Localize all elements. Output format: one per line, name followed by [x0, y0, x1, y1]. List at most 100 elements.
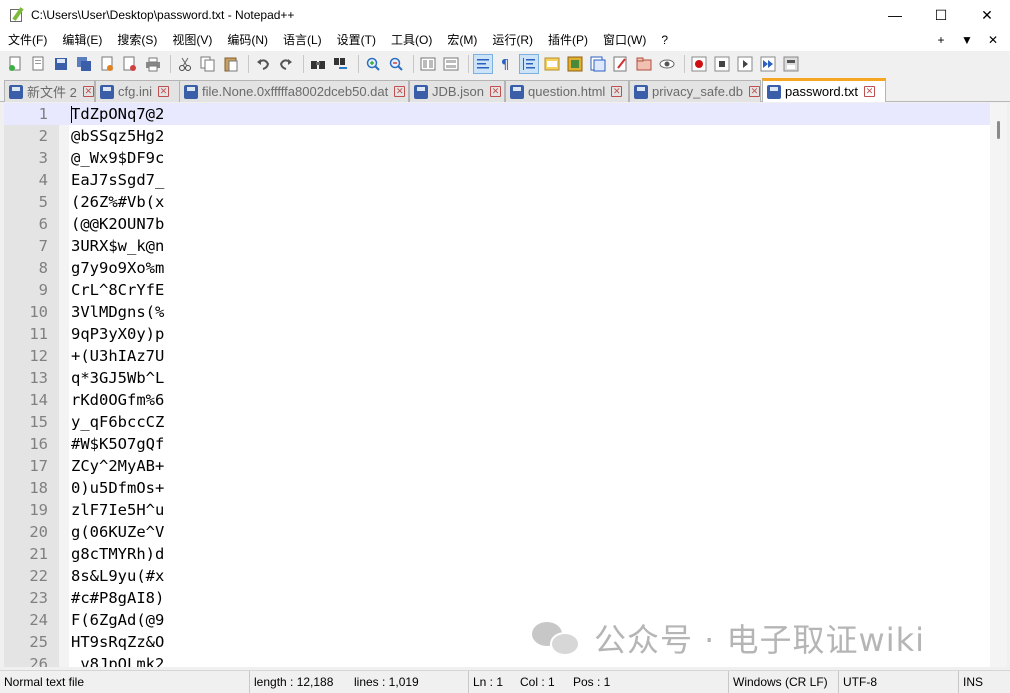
tab-question-html[interactable]: question.html ✕	[505, 80, 629, 102]
copy-icon[interactable]	[198, 54, 218, 74]
editor-line[interactable]: 12 +(U3hIAz7U	[4, 345, 990, 367]
save-all-icon[interactable]	[74, 54, 94, 74]
editor-line[interactable]: 3 @_Wx9$DF9c	[4, 147, 990, 169]
tab-jdb-json[interactable]: JDB.json ✕	[409, 80, 505, 102]
line-text[interactable]: 8s&L9yu(#x	[71, 565, 164, 587]
maximize-button[interactable]: ☐	[918, 0, 964, 30]
show-all-chars-icon[interactable]: ¶	[496, 54, 516, 74]
tab-password-txt[interactable]: password.txt ✕	[762, 78, 886, 102]
zoom-out-icon[interactable]	[386, 54, 406, 74]
menu-language[interactable]: 语言(L)	[275, 30, 329, 51]
udl-icon[interactable]	[542, 54, 562, 74]
editor-line[interactable]: 7 3URX$w_k@n	[4, 235, 990, 257]
editor-line[interactable]: 19 zlF7Ie5H^u	[4, 499, 990, 521]
close-tab-button[interactable]: ✕	[980, 30, 1006, 51]
cut-icon[interactable]	[175, 54, 195, 74]
text-lines[interactable]: 1 TdZpONq7@2 2 @bSSqz5Hg2 3 @_Wx9$DF9c 4 EaJ7sS…	[4, 103, 990, 667]
paste-icon[interactable]	[221, 54, 241, 74]
new-file-icon[interactable]	[5, 54, 25, 74]
menu-help[interactable]: ?	[653, 30, 675, 51]
line-text[interactable]: 3VlMDgns(%	[71, 301, 164, 323]
word-wrap-icon[interactable]	[473, 54, 493, 74]
menu-settings[interactable]: 设置(T)	[329, 30, 383, 51]
tab-close-icon[interactable]: ✕	[863, 86, 875, 97]
menu-run[interactable]: 运行(R)	[484, 30, 540, 51]
menu-file[interactable]: 文件(F)	[0, 30, 54, 51]
editor-line[interactable]: 1 TdZpONq7@2	[4, 103, 990, 125]
line-text[interactable]: F(6ZgAd(@9	[71, 609, 164, 631]
add-tab-button[interactable]: +	[928, 30, 954, 51]
replace-icon[interactable]	[331, 54, 351, 74]
editor-line[interactable]: 5 (26Z%#Vb(x	[4, 191, 990, 213]
menu-edit[interactable]: 编辑(E)	[54, 30, 109, 51]
sync-vertical-icon[interactable]	[418, 54, 438, 74]
line-text[interactable]: @bSSqz5Hg2	[71, 125, 164, 147]
play-macro-icon[interactable]	[735, 54, 755, 74]
print-icon[interactable]	[143, 54, 163, 74]
indent-guide-icon[interactable]	[519, 54, 539, 74]
stop-macro-icon[interactable]	[712, 54, 732, 74]
folder-workspace-icon[interactable]	[611, 54, 631, 74]
line-text[interactable]: g8cTMYRh)d	[71, 543, 164, 565]
line-text[interactable]: y_qF6bccCZ	[71, 411, 164, 433]
line-text[interactable]: HT9sRqZz&O	[71, 631, 164, 653]
editor-line[interactable]: 17 ZCy^2MyAB+	[4, 455, 990, 477]
line-text[interactable]: EaJ7sSgd7_	[71, 169, 164, 191]
tab-close-icon[interactable]: ✕	[394, 86, 406, 97]
close-all-icon[interactable]	[120, 54, 140, 74]
tab-close-icon[interactable]: ✕	[611, 86, 623, 97]
line-text[interactable]: 0)u5DfmOs+	[71, 477, 164, 499]
editor-line[interactable]: 18 0)u5DfmOs+	[4, 477, 990, 499]
tab-list-dropdown-button[interactable]: ▼	[954, 30, 980, 51]
line-text[interactable]: @_Wx9$DF9c	[71, 147, 164, 169]
line-text[interactable]: q*3GJ5Wb^L	[71, 367, 164, 389]
minimize-button[interactable]: —	[872, 0, 918, 30]
line-text[interactable]: #W$K5O7gQf	[71, 433, 164, 455]
editor-line[interactable]: 21 g8cTMYRh)d	[4, 543, 990, 565]
play-multiple-macro-icon[interactable]	[758, 54, 778, 74]
line-text[interactable]: _v8JpQLmk2	[71, 653, 164, 667]
line-text[interactable]: zlF7Ie5H^u	[71, 499, 164, 521]
menu-plugins[interactable]: 插件(P)	[540, 30, 595, 51]
editor-line[interactable]: 20 g(06KUZe^V	[4, 521, 990, 543]
editor-line[interactable]: 2 @bSSqz5Hg2	[4, 125, 990, 147]
editor-line[interactable]: 22 8s&L9yu(#x	[4, 565, 990, 587]
eye-icon[interactable]	[657, 54, 677, 74]
editor-line[interactable]: 10 3VlMDgns(%	[4, 301, 990, 323]
line-text[interactable]: CrL^8CrYfE	[71, 279, 164, 301]
menu-search[interactable]: 搜索(S)	[109, 30, 164, 51]
editor-line[interactable]: 13 q*3GJ5Wb^L	[4, 367, 990, 389]
tab-close-icon[interactable]: ✕	[749, 86, 760, 97]
tab-file-dat[interactable]: file.None.0xfffffa8002dceb50.dat ✕	[179, 80, 409, 102]
editor-line[interactable]: 14 rKd0OGfm%6	[4, 389, 990, 411]
editor-line[interactable]: 8 g7y9o9Xo%m	[4, 257, 990, 279]
editor-line[interactable]: 23 #c#P8gAI8)	[4, 587, 990, 609]
line-text[interactable]: rKd0OGfm%6	[71, 389, 164, 411]
save-macro-icon[interactable]	[781, 54, 801, 74]
tab-close-icon[interactable]: ✕	[82, 86, 94, 97]
menu-macro[interactable]: 宏(M)	[439, 30, 484, 51]
document-monitor-icon[interactable]	[634, 54, 654, 74]
line-text[interactable]: TdZpONq7@2	[71, 103, 164, 125]
save-icon[interactable]	[51, 54, 71, 74]
editor-line[interactable]: 9 CrL^8CrYfE	[4, 279, 990, 301]
line-text[interactable]: (@@K2OUN7b	[71, 213, 164, 235]
line-text[interactable]: g(06KUZe^V	[71, 521, 164, 543]
editor-line[interactable]: 4 EaJ7sSgd7_	[4, 169, 990, 191]
function-list-icon[interactable]	[588, 54, 608, 74]
doc-map-icon[interactable]	[565, 54, 585, 74]
line-text[interactable]: 3URX$w_k@n	[71, 235, 164, 257]
redo-icon[interactable]	[276, 54, 296, 74]
tab-privacy-safe-db[interactable]: privacy_safe.db ✕	[629, 80, 761, 102]
close-icon[interactable]	[97, 54, 117, 74]
editor-line[interactable]: 15 y_qF6bccCZ	[4, 411, 990, 433]
zoom-in-icon[interactable]	[363, 54, 383, 74]
editor-area[interactable]: 1 TdZpONq7@2 2 @bSSqz5Hg2 3 @_Wx9$DF9c 4 EaJ7sS…	[4, 103, 990, 667]
sync-horizontal-icon[interactable]	[441, 54, 461, 74]
tab-close-icon[interactable]: ✕	[157, 86, 169, 97]
line-text[interactable]: 9qP3yX0y)p	[71, 323, 164, 345]
menu-window[interactable]: 窗口(W)	[595, 30, 653, 51]
tab-close-icon[interactable]: ✕	[490, 86, 502, 97]
line-text[interactable]: +(U3hIAz7U	[71, 345, 164, 367]
record-macro-icon[interactable]	[689, 54, 709, 74]
